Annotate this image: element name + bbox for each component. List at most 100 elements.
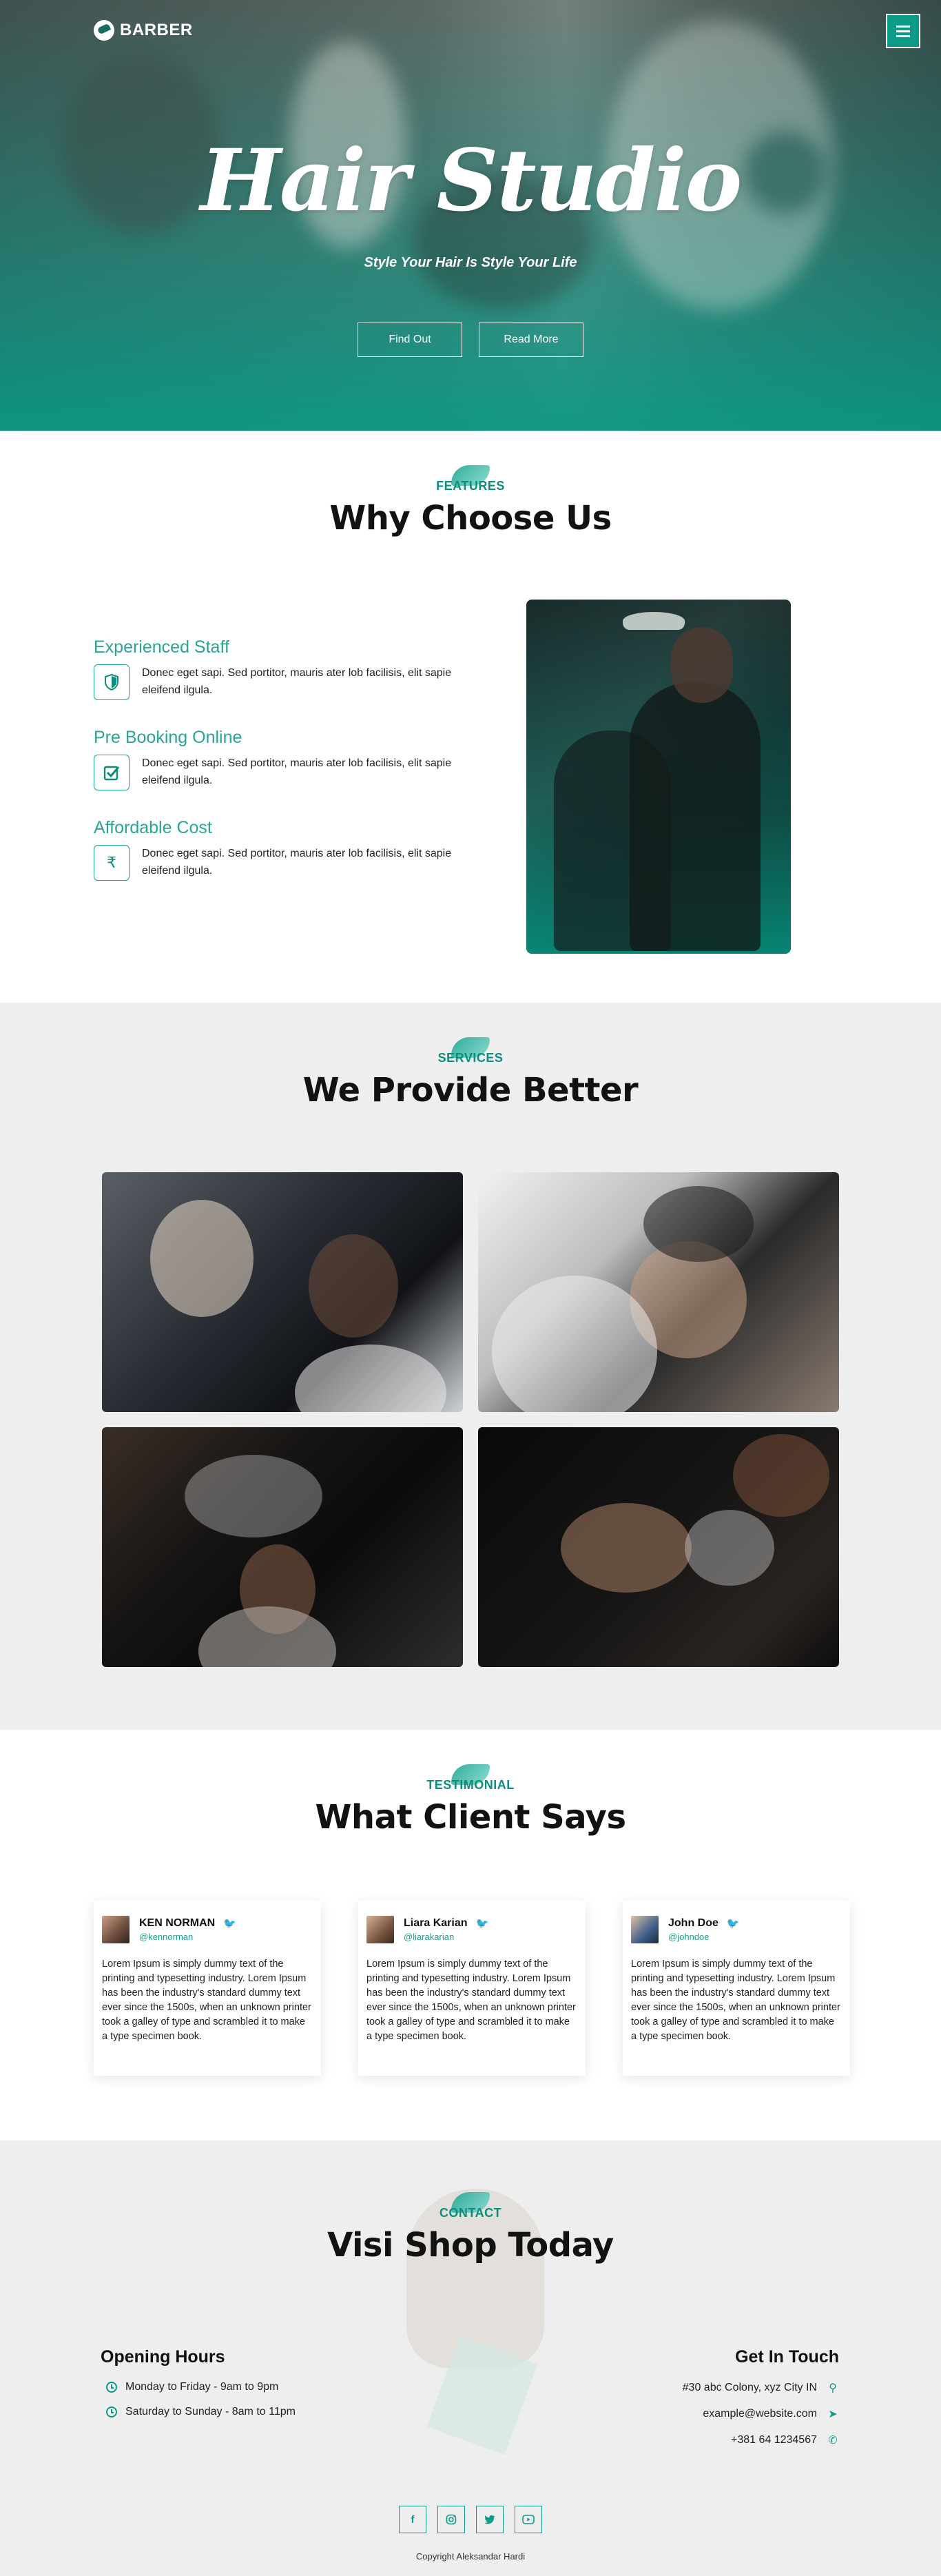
contact-section: CONTACT Visi Shop Today Opening Hours Mo… [0,2140,941,2576]
photo-shape [185,1455,322,1537]
client-handle[interactable]: @kennorman [139,1932,236,1942]
feature-item: Pre Booking Online Donec eget sapi. Sed … [94,728,479,790]
rupee-icon: ₹ [94,845,130,881]
section-badge: TESTIMONIAL [426,1764,515,1792]
twitter-icon[interactable] [476,2506,504,2533]
testimonial-text: Lorem Ipsum is simply dummy text of the … [366,1959,576,2042]
service-photo-styling[interactable] [102,1427,463,1667]
testimonial-badge: TESTIMONIAL [426,1778,515,1792]
instagram-icon[interactable] [437,2506,465,2533]
map-pin-icon: ⚲ [829,2382,837,2394]
hours-row: Saturday to Sunday - 8am to 11pm [101,2406,296,2418]
feature-list: Experienced Staff Donec eget sapi. Sed p… [94,637,479,908]
features-badge: FEATURES [436,479,505,493]
testimonial-heading: TESTIMONIAL What Client Says [0,1764,941,1837]
client-handle[interactable]: @johndoe [668,1932,740,1942]
testimonial-card: John Doe 🐦 @johndoe Lorem Ipsum is simpl… [623,1901,850,2076]
services-section: SERVICES We Provide Better [0,1003,941,1730]
features-title: Why Choose Us [329,499,612,538]
section-badge: CONTACT [440,2192,501,2220]
photo-shape [198,1606,336,1667]
hero-title: Hair Studio [200,131,743,231]
features-heading: FEATURES Why Choose Us [0,465,941,538]
photo-shape [295,1345,446,1412]
hours-row: Monday to Friday - 9am to 9pm [101,2381,296,2393]
feature-name: Experienced Staff [94,637,229,657]
phone-icon: ✆ [828,2435,838,2446]
brand-name: BARBER [120,21,193,39]
email-row: example@website.com ➤ [683,2407,839,2421]
testimonial-section: TESTIMONIAL What Client Says KEN NORMAN … [0,1730,941,2140]
feature-name: Pre Booking Online [94,728,242,747]
clock-icon [106,2382,117,2393]
client-name: John Doe [668,1917,718,1929]
photo-shape [643,1186,754,1262]
youtube-icon[interactable] [515,2506,542,2533]
find-out-button[interactable]: Find Out [358,323,462,357]
photo-shape [685,1510,774,1586]
avatar [631,1916,659,1943]
menu-icon-bar [896,34,910,37]
testimonial-card: KEN NORMAN 🐦 @kennorman Lorem Ipsum is s… [94,1901,321,2076]
photo-lamp-shape [623,612,685,630]
address-text: #30 abc Colony, xyz City IN [682,2382,817,2393]
address-row: #30 abc Colony, xyz City IN ⚲ [683,2381,839,2395]
photo-shape [150,1200,254,1317]
testimonial-title: What Client Says [315,1798,626,1837]
feature-description: Donec eget sapi. Sed portitor, mauris at… [142,667,452,696]
section-badge: FEATURES [436,465,505,493]
shield-icon [94,664,130,700]
phone-row: +381 64 1234567 ✆ [683,2433,839,2447]
copyright-text: Copyright Aleksandar Hardi [415,2551,526,2562]
get-in-touch-title: Get In Touch [735,2347,839,2367]
features-section: FEATURES Why Choose Us Experienced Staff… [0,431,941,1003]
brand-logo[interactable]: BARBER [94,20,193,41]
twitter-icon[interactable]: 🐦 [223,1917,236,1930]
feature-name: Affordable Cost [94,818,212,837]
contact-badge: CONTACT [439,2206,502,2220]
client-handle[interactable]: @liarakarian [404,1932,488,1942]
hero-buttons: Find Out Read More [0,323,941,357]
email-link[interactable]: example@website.com [703,2408,817,2420]
barber-photo [526,600,791,954]
service-photo-haircut[interactable] [102,1172,463,1412]
hours-text: Saturday to Sunday - 8am to 11pm [125,2406,296,2417]
twitter-icon[interactable]: 🐦 [727,1917,740,1930]
photo-shape [733,1434,829,1517]
hero-subtitle: Style Your Hair Is Style Your Life [364,255,577,270]
opening-hours: Opening Hours Monday to Friday - 9am to … [101,2347,296,2431]
section-badge: SERVICES [438,1037,504,1065]
photo-barber-shape [630,682,761,951]
clock-icon [106,2406,117,2417]
services-heading: SERVICES We Provide Better [0,1037,941,1110]
testimonial-text: Lorem Ipsum is simply dummy text of the … [631,1959,840,2042]
testimonial-text: Lorem Ipsum is simply dummy text of the … [102,1959,311,2042]
barber-logo-icon [94,20,114,41]
services-badge: SERVICES [437,1051,504,1065]
service-photo-hair-wash[interactable] [478,1427,839,1667]
client-name: KEN NORMAN [139,1917,216,1929]
opening-hours-title: Opening Hours [101,2347,225,2367]
feature-description: Donec eget sapi. Sed portitor, mauris at… [142,757,452,786]
feature-item: Experienced Staff Donec eget sapi. Sed p… [94,637,479,700]
menu-icon-bar [896,30,910,32]
menu-icon-bar [896,25,910,28]
paper-plane-icon: ➤ [828,2409,838,2420]
read-more-button[interactable]: Read More [479,323,583,357]
contact-title: Visi Shop Today [327,2226,614,2265]
hamburger-menu-button[interactable] [886,14,920,48]
service-photo-shave[interactable] [478,1172,839,1412]
hero-section: BARBER Hair Studio Style Your Hair Is St… [0,0,941,431]
feature-item: Affordable Cost ₹ Donec eget sapi. Sed p… [94,818,479,881]
services-title: We Provide Better [302,1071,639,1110]
hours-text: Monday to Friday - 9am to 9pm [125,2381,279,2393]
contact-heading: CONTACT Visi Shop Today [0,2192,941,2265]
photo-shape [561,1503,692,1593]
avatar [366,1916,394,1943]
testimonial-card: Liara Karian 🐦 @liarakarian Lorem Ipsum … [358,1901,586,2076]
twitter-icon[interactable]: 🐦 [475,1917,488,1930]
phone-link[interactable]: +381 64 1234567 [731,2434,817,2446]
feature-description: Donec eget sapi. Sed portitor, mauris at… [142,848,452,877]
facebook-icon[interactable]: f [399,2506,426,2533]
avatar [102,1916,130,1943]
